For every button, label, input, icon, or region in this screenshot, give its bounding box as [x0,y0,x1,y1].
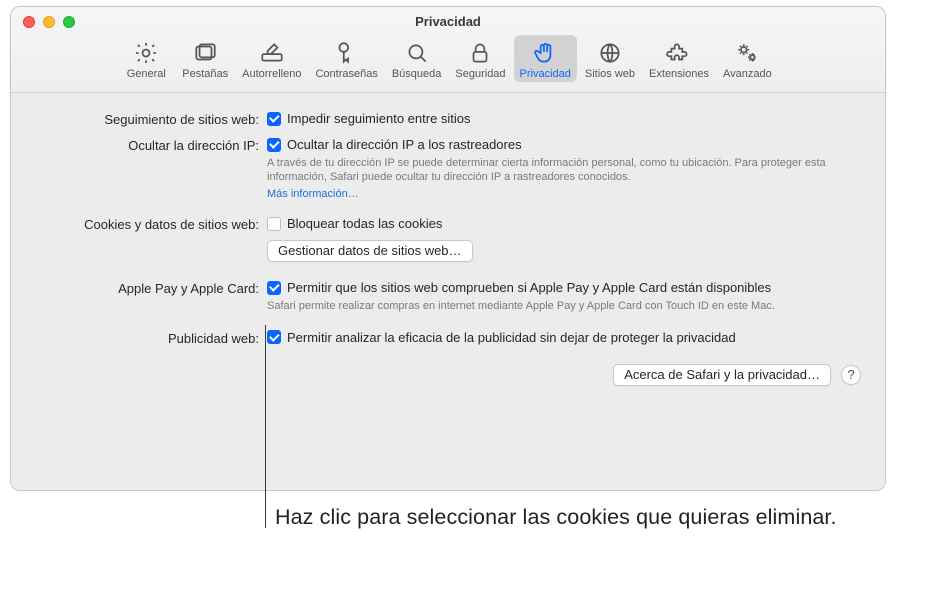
privacy-preserving-ads-checkbox[interactable]: Permitir analizar la eficacia de la publ… [267,330,736,346]
checkbox-indicator [267,281,281,295]
tab-autofill[interactable]: Autorrelleno [236,35,307,82]
checkbox-label: Ocultar la dirección IP a los rastreador… [287,137,522,153]
prevent-cross-site-tracking-checkbox[interactable]: Impedir seguimiento entre sitios [267,111,471,127]
gear-icon [133,38,159,68]
tab-privacy[interactable]: Privacidad [514,35,577,82]
checkbox-label: Permitir que los sitios web comprueben s… [287,280,771,296]
tab-extensions[interactable]: Extensiones [643,35,715,82]
apple-pay-checkbox[interactable]: Permitir que los sitios web comprueben s… [267,280,771,296]
preferences-window: Privacidad General Pestañas Autorrelleno [10,6,886,491]
titlebar: Privacidad General Pestañas Autorrelleno [11,7,885,93]
checkbox-label: Impedir seguimiento entre sitios [287,111,471,127]
block-all-cookies-checkbox[interactable]: Bloquear todas las cookies [267,216,442,232]
tab-label: Autorrelleno [242,68,301,80]
tab-label: General [127,68,166,80]
privacy-pane: Seguimiento de sitios web: Impedir segui… [11,93,885,490]
tab-advanced[interactable]: Avanzado [717,35,778,82]
tab-tabs[interactable]: Pestañas [176,35,234,82]
tab-label: Privacidad [520,68,571,80]
website-tracking-row: Seguimiento de sitios web: Impedir segui… [33,111,863,127]
apple-pay-label: Apple Pay y Apple Card: [33,280,267,296]
tab-passwords[interactable]: Contraseñas [309,35,383,82]
callout-leader-line [265,325,266,528]
tab-websites[interactable]: Sitios web [579,35,641,82]
tab-label: Sitios web [585,68,635,80]
apple-pay-row: Apple Pay y Apple Card: Permitir que los… [33,280,863,313]
window-title: Privacidad [11,14,885,29]
tab-label: Búsqueda [392,68,442,80]
tab-search[interactable]: Búsqueda [386,35,448,82]
manage-data-row: Gestionar datos de sitios web… [33,240,863,262]
hide-ip-row: Ocultar la dirección IP: Ocultar la dire… [33,137,863,200]
about-safari-privacy-button[interactable]: Acerca de Safari y la privacidad… [613,364,831,386]
tab-label: Contraseñas [315,68,377,80]
help-button[interactable]: ? [841,365,861,385]
hide-ip-checkbox[interactable]: Ocultar la dirección IP a los rastreador… [267,137,522,153]
lock-icon [467,38,493,68]
tab-general[interactable]: General [118,35,174,82]
gears-icon [734,38,760,68]
web-advertising-label: Publicidad web: [33,330,267,346]
tab-label: Avanzado [723,68,772,80]
preferences-toolbar: General Pestañas Autorrelleno Contraseña… [11,33,885,92]
globe-icon [597,38,623,68]
callout-text: Haz clic para seleccionar las cookies qu… [275,504,837,532]
checkbox-indicator [267,217,281,231]
hand-icon [532,38,558,68]
key-icon [334,38,360,68]
tab-label: Seguridad [455,68,505,80]
hide-ip-label: Ocultar la dirección IP: [33,137,267,153]
checkbox-label: Permitir analizar la eficacia de la publ… [287,330,736,346]
pencil-field-icon [259,38,285,68]
checkbox-indicator [267,330,281,344]
tabs-icon [192,38,218,68]
search-icon [404,38,430,68]
puzzle-icon [666,38,692,68]
checkbox-indicator [267,112,281,126]
web-advertising-row: Publicidad web: Permitir analizar la efi… [33,330,863,346]
cookies-row: Cookies y datos de sitios web: Bloquear … [33,216,863,234]
apple-pay-help-text: Safari permite realizar compras en inter… [267,299,863,314]
learn-more-link[interactable]: Más información… [267,188,359,200]
tab-security[interactable]: Seguridad [449,35,511,82]
tab-label: Extensiones [649,68,709,80]
hide-ip-help-text: A través de tu dirección IP se puede det… [267,156,863,186]
manage-website-data-button[interactable]: Gestionar datos de sitios web… [267,240,473,262]
checkbox-label: Bloquear todas las cookies [287,216,442,232]
tab-label: Pestañas [182,68,228,80]
website-tracking-label: Seguimiento de sitios web: [33,111,267,127]
checkbox-indicator [267,138,281,152]
cookies-label: Cookies y datos de sitios web: [33,216,267,232]
footer-row: Acerca de Safari y la privacidad… ? [33,364,863,386]
